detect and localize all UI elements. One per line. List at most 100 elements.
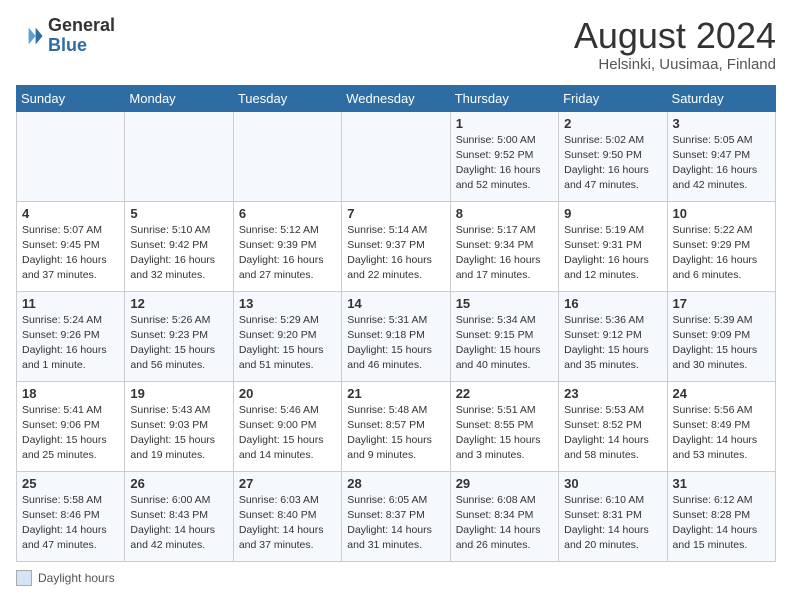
- weekday-header: Sunday: [17, 85, 125, 111]
- day-info: Sunrise: 5:02 AM Sunset: 9:50 PM Dayligh…: [564, 133, 661, 194]
- day-info: Sunrise: 5:36 AM Sunset: 9:12 PM Dayligh…: [564, 313, 661, 374]
- calendar-cell: 1 Sunrise: 5:00 AM Sunset: 9:52 PM Daylig…: [450, 111, 558, 201]
- calendar-cell: 31Sunrise: 6:12 AM Sunset: 8:28 PM Dayli…: [667, 471, 775, 561]
- day-info: Sunrise: 5:39 AM Sunset: 9:09 PM Dayligh…: [673, 313, 770, 374]
- calendar-cell: 19 Sunrise: 5:43 AM Sunset: 9:03 PM Dayli…: [125, 381, 233, 471]
- page-header: General Blue August 2024 Helsinki, Uusim…: [16, 16, 776, 73]
- calendar-cell: 20 Sunrise: 5:46 AM Sunset: 9:00 PM Dayli…: [233, 381, 341, 471]
- legend-box: [16, 570, 32, 586]
- day-info: Sunrise: 5:46 AM Sunset: 9:00 PM Dayligh…: [239, 403, 336, 464]
- weekday-header: Saturday: [667, 85, 775, 111]
- day-info: Sunrise: 5:53 AM Sunset: 8:52 PM Dayligh…: [564, 403, 661, 464]
- day-number: 21: [347, 386, 444, 401]
- day-info: Sunrise: 5:22 AM Sunset: 9:29 PM Dayligh…: [673, 223, 770, 284]
- calendar-cell: 22Sunrise: 5:51 AM Sunset: 8:55 PM Dayli…: [450, 381, 558, 471]
- day-info: Sunrise: 6:05 AM Sunset: 8:37 PM Dayligh…: [347, 493, 444, 554]
- day-info: Sunrise: 5:58 AM Sunset: 8:46 PM Dayligh…: [22, 493, 119, 554]
- day-number: 8: [456, 206, 553, 221]
- day-info: Sunrise: 5:07 AM Sunset: 9:45 PM Dayligh…: [22, 223, 119, 284]
- day-number: 15: [456, 296, 553, 311]
- day-info: Sunrise: 5:56 AM Sunset: 8:49 PM Dayligh…: [673, 403, 770, 464]
- day-number: 22: [456, 386, 553, 401]
- day-number: 18: [22, 386, 119, 401]
- calendar-cell: 21Sunrise: 5:48 AM Sunset: 8:57 PM Dayli…: [342, 381, 450, 471]
- day-info: Sunrise: 5:00 AM Sunset: 9:52 PM Dayligh…: [456, 133, 553, 194]
- day-number: 5: [130, 206, 227, 221]
- calendar-cell: 11 Sunrise: 5:24 AM Sunset: 9:26 PM Dayli…: [17, 291, 125, 381]
- calendar-week-row: 1 Sunrise: 5:00 AM Sunset: 9:52 PM Daylig…: [17, 111, 776, 201]
- day-number: 19: [130, 386, 227, 401]
- day-info: Sunrise: 5:17 AM Sunset: 9:34 PM Dayligh…: [456, 223, 553, 284]
- calendar-cell: 8 Sunrise: 5:17 AM Sunset: 9:34 PM Daylig…: [450, 201, 558, 291]
- day-number: 29: [456, 476, 553, 491]
- day-number: 24: [673, 386, 770, 401]
- day-number: 16: [564, 296, 661, 311]
- day-number: 17: [673, 296, 770, 311]
- day-info: Sunrise: 6:10 AM Sunset: 8:31 PM Dayligh…: [564, 493, 661, 554]
- calendar-cell: 10 Sunrise: 5:22 AM Sunset: 9:29 PM Dayli…: [667, 201, 775, 291]
- calendar-cell: 29Sunrise: 6:08 AM Sunset: 8:34 PM Dayli…: [450, 471, 558, 561]
- day-info: Sunrise: 5:26 AM Sunset: 9:23 PM Dayligh…: [130, 313, 227, 374]
- calendar-cell: [233, 111, 341, 201]
- calendar-cell: 17 Sunrise: 5:39 AM Sunset: 9:09 PM Dayli…: [667, 291, 775, 381]
- month-year: August 2024: [574, 16, 776, 56]
- day-info: Sunrise: 5:41 AM Sunset: 9:06 PM Dayligh…: [22, 403, 119, 464]
- logo-general-text: General: [48, 16, 115, 36]
- calendar-week-row: 25Sunrise: 5:58 AM Sunset: 8:46 PM Dayli…: [17, 471, 776, 561]
- calendar-cell: 28Sunrise: 6:05 AM Sunset: 8:37 PM Dayli…: [342, 471, 450, 561]
- calendar-cell: 16 Sunrise: 5:36 AM Sunset: 9:12 PM Dayli…: [559, 291, 667, 381]
- calendar-cell: 9 Sunrise: 5:19 AM Sunset: 9:31 PM Daylig…: [559, 201, 667, 291]
- day-info: Sunrise: 5:14 AM Sunset: 9:37 PM Dayligh…: [347, 223, 444, 284]
- calendar-cell: 3 Sunrise: 5:05 AM Sunset: 9:47 PM Daylig…: [667, 111, 775, 201]
- calendar-cell: [342, 111, 450, 201]
- calendar-cell: 13 Sunrise: 5:29 AM Sunset: 9:20 PM Dayli…: [233, 291, 341, 381]
- calendar-cell: 27Sunrise: 6:03 AM Sunset: 8:40 PM Dayli…: [233, 471, 341, 561]
- day-info: Sunrise: 5:05 AM Sunset: 9:47 PM Dayligh…: [673, 133, 770, 194]
- weekday-header-row: SundayMondayTuesdayWednesdayThursdayFrid…: [17, 85, 776, 111]
- day-number: 3: [673, 116, 770, 131]
- day-number: 10: [673, 206, 770, 221]
- weekday-header: Wednesday: [342, 85, 450, 111]
- calendar-cell: 12Sunrise: 5:26 AM Sunset: 9:23 PM Dayli…: [125, 291, 233, 381]
- day-number: 27: [239, 476, 336, 491]
- title-block: August 2024 Helsinki, Uusimaa, Finland: [574, 16, 776, 73]
- day-info: Sunrise: 5:43 AM Sunset: 9:03 PM Dayligh…: [130, 403, 227, 464]
- calendar-cell: 7 Sunrise: 5:14 AM Sunset: 9:37 PM Daylig…: [342, 201, 450, 291]
- day-info: Sunrise: 6:00 AM Sunset: 8:43 PM Dayligh…: [130, 493, 227, 554]
- calendar-cell: 26Sunrise: 6:00 AM Sunset: 8:43 PM Dayli…: [125, 471, 233, 561]
- calendar-cell: 6Sunrise: 5:12 AM Sunset: 9:39 PM Daylig…: [233, 201, 341, 291]
- weekday-header: Monday: [125, 85, 233, 111]
- calendar-cell: [17, 111, 125, 201]
- day-info: Sunrise: 6:12 AM Sunset: 8:28 PM Dayligh…: [673, 493, 770, 554]
- calendar-cell: 14 Sunrise: 5:31 AM Sunset: 9:18 PM Dayli…: [342, 291, 450, 381]
- calendar-cell: 4 Sunrise: 5:07 AM Sunset: 9:45 PM Daylig…: [17, 201, 125, 291]
- day-info: Sunrise: 5:34 AM Sunset: 9:15 PM Dayligh…: [456, 313, 553, 374]
- calendar-cell: [125, 111, 233, 201]
- calendar-cell: 30Sunrise: 6:10 AM Sunset: 8:31 PM Dayli…: [559, 471, 667, 561]
- day-number: 6: [239, 206, 336, 221]
- weekday-header: Tuesday: [233, 85, 341, 111]
- logo-blue-text: Blue: [48, 36, 115, 56]
- day-number: 9: [564, 206, 661, 221]
- calendar-week-row: 4 Sunrise: 5:07 AM Sunset: 9:45 PM Daylig…: [17, 201, 776, 291]
- calendar-cell: 5Sunrise: 5:10 AM Sunset: 9:42 PM Daylig…: [125, 201, 233, 291]
- day-number: 23: [564, 386, 661, 401]
- legend-label: Daylight hours: [38, 571, 115, 585]
- day-number: 11: [22, 296, 119, 311]
- day-number: 7: [347, 206, 444, 221]
- logo: General Blue: [16, 16, 115, 56]
- weekday-header: Friday: [559, 85, 667, 111]
- calendar-week-row: 18 Sunrise: 5:41 AM Sunset: 9:06 PM Dayli…: [17, 381, 776, 471]
- day-number: 13: [239, 296, 336, 311]
- day-number: 14: [347, 296, 444, 311]
- day-info: Sunrise: 5:29 AM Sunset: 9:20 PM Dayligh…: [239, 313, 336, 374]
- day-info: Sunrise: 5:24 AM Sunset: 9:26 PM Dayligh…: [22, 313, 119, 374]
- day-number: 20: [239, 386, 336, 401]
- calendar-week-row: 11 Sunrise: 5:24 AM Sunset: 9:26 PM Dayli…: [17, 291, 776, 381]
- day-info: Sunrise: 5:31 AM Sunset: 9:18 PM Dayligh…: [347, 313, 444, 374]
- day-number: 1: [456, 116, 553, 131]
- day-number: 4: [22, 206, 119, 221]
- day-info: Sunrise: 5:19 AM Sunset: 9:31 PM Dayligh…: [564, 223, 661, 284]
- calendar-cell: 2Sunrise: 5:02 AM Sunset: 9:50 PM Daylig…: [559, 111, 667, 201]
- logo-icon: [16, 22, 44, 50]
